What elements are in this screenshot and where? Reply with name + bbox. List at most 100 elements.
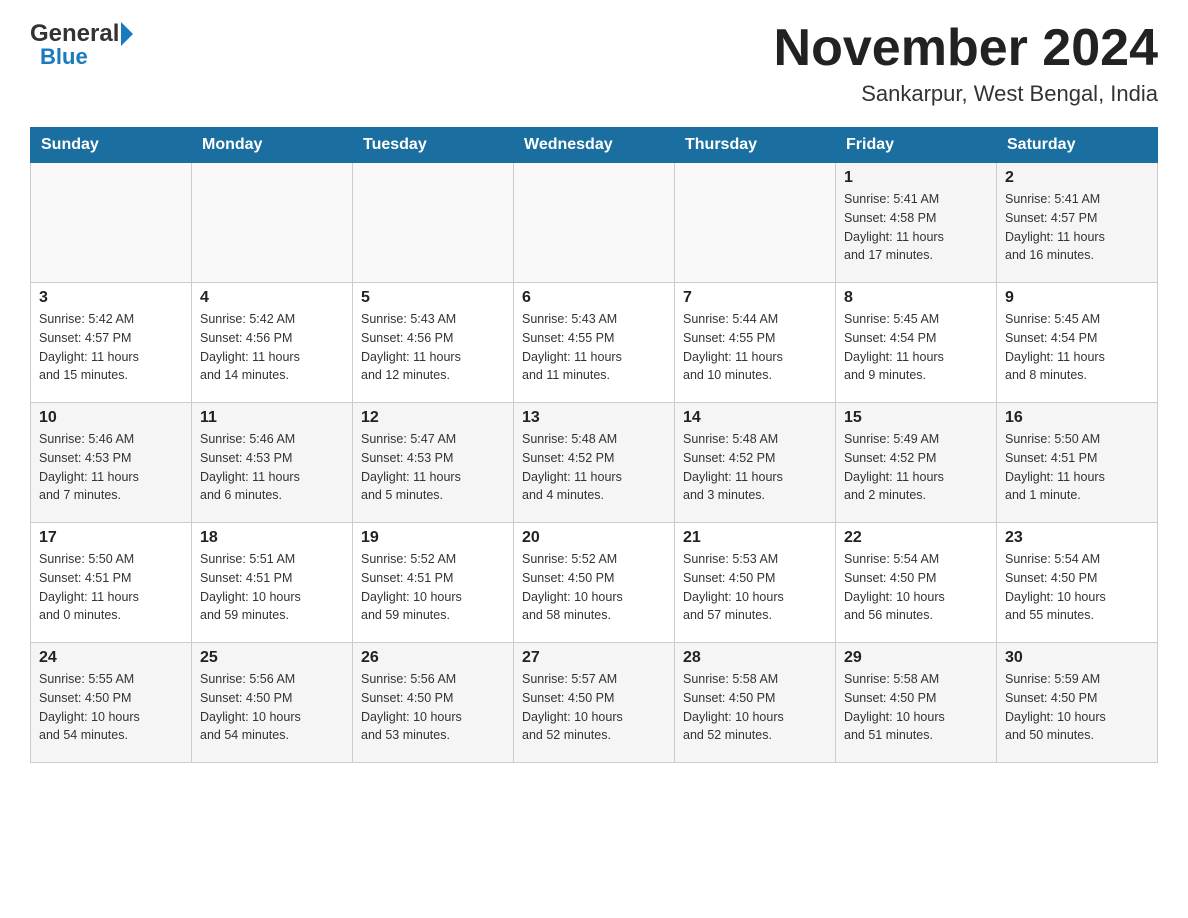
calendar-cell: 9 Sunrise: 5:45 AM Sunset: 4:54 PM Daylig…: [997, 283, 1158, 403]
calendar-cell: 17 Sunrise: 5:50 AM Sunset: 4:51 PM Dayli…: [31, 523, 192, 643]
calendar-week-row: 1Sunrise: 5:41 AM Sunset: 4:58 PM Daylig…: [31, 163, 1158, 283]
day-info: Sunrise: 5:52 AM Sunset: 4:50 PM Dayligh…: [522, 550, 666, 625]
logo-triangle-icon: [121, 22, 133, 46]
calendar-cell: 18 Sunrise: 5:51 AM Sunset: 4:51 PM Dayli…: [192, 523, 353, 643]
day-info: Sunrise: 5:42 AM Sunset: 4:56 PM Dayligh…: [200, 310, 344, 385]
calendar-week-row: 10 Sunrise: 5:46 AM Sunset: 4:53 PM Dayli…: [31, 403, 1158, 523]
calendar-cell: 25 Sunrise: 5:56 AM Sunset: 4:50 PM Dayli…: [192, 643, 353, 763]
day-number: 4: [200, 289, 344, 307]
day-info: Sunrise: 5:44 AM Sunset: 4:55 PM Dayligh…: [683, 310, 827, 385]
calendar-cell: 26 Sunrise: 5:56 AM Sunset: 4:50 PM Dayli…: [353, 643, 514, 763]
calendar-cell: 22 Sunrise: 5:54 AM Sunset: 4:50 PM Dayli…: [836, 523, 997, 643]
day-info: Sunrise: 5:50 AM Sunset: 4:51 PM Dayligh…: [1005, 430, 1149, 505]
calendar-cell: 7 Sunrise: 5:44 AM Sunset: 4:55 PM Daylig…: [675, 283, 836, 403]
calendar-week-row: 3 Sunrise: 5:42 AM Sunset: 4:57 PM Daylig…: [31, 283, 1158, 403]
calendar-cell: 29 Sunrise: 5:58 AM Sunset: 4:50 PM Dayli…: [836, 643, 997, 763]
day-of-week-header: Thursday: [675, 128, 836, 163]
day-info: Sunrise: 5:58 AM Sunset: 4:50 PM Dayligh…: [844, 670, 988, 745]
day-info: Sunrise: 5:43 AM Sunset: 4:55 PM Dayligh…: [522, 310, 666, 385]
day-number: 8: [844, 289, 988, 307]
calendar-cell: 1Sunrise: 5:41 AM Sunset: 4:58 PM Daylig…: [836, 163, 997, 283]
page-header: General Blue November 2024 Sankarpur, We…: [30, 20, 1158, 107]
day-info: Sunrise: 5:59 AM Sunset: 4:50 PM Dayligh…: [1005, 670, 1149, 745]
day-info: Sunrise: 5:47 AM Sunset: 4:53 PM Dayligh…: [361, 430, 505, 505]
day-number: 16: [1005, 409, 1149, 427]
day-info: Sunrise: 5:56 AM Sunset: 4:50 PM Dayligh…: [361, 670, 505, 745]
title-section: November 2024 Sankarpur, West Bengal, In…: [774, 20, 1158, 107]
day-info: Sunrise: 5:43 AM Sunset: 4:56 PM Dayligh…: [361, 310, 505, 385]
day-of-week-header: Saturday: [997, 128, 1158, 163]
day-number: 28: [683, 649, 827, 667]
day-of-week-header: Tuesday: [353, 128, 514, 163]
location-title: Sankarpur, West Bengal, India: [774, 81, 1158, 107]
day-number: 30: [1005, 649, 1149, 667]
calendar-cell: 2 Sunrise: 5:41 AM Sunset: 4:57 PM Daylig…: [997, 163, 1158, 283]
day-number: 12: [361, 409, 505, 427]
calendar-cell: [514, 163, 675, 283]
day-number: 2: [1005, 169, 1149, 187]
calendar-cell: 30 Sunrise: 5:59 AM Sunset: 4:50 PM Dayli…: [997, 643, 1158, 763]
day-number: 18: [200, 529, 344, 547]
day-number: 26: [361, 649, 505, 667]
day-number: 20: [522, 529, 666, 547]
day-info: Sunrise: 5:51 AM Sunset: 4:51 PM Dayligh…: [200, 550, 344, 625]
day-info: Sunrise: 5:45 AM Sunset: 4:54 PM Dayligh…: [844, 310, 988, 385]
day-info: Sunrise: 5:46 AM Sunset: 4:53 PM Dayligh…: [39, 430, 183, 505]
calendar-cell: 24 Sunrise: 5:55 AM Sunset: 4:50 PM Dayli…: [31, 643, 192, 763]
calendar-cell: 11 Sunrise: 5:46 AM Sunset: 4:53 PM Dayli…: [192, 403, 353, 523]
day-of-week-header: Friday: [836, 128, 997, 163]
day-number: 22: [844, 529, 988, 547]
calendar-week-row: 24 Sunrise: 5:55 AM Sunset: 4:50 PM Dayli…: [31, 643, 1158, 763]
calendar-cell: [192, 163, 353, 283]
calendar-cell: 10 Sunrise: 5:46 AM Sunset: 4:53 PM Dayli…: [31, 403, 192, 523]
day-info: Sunrise: 5:56 AM Sunset: 4:50 PM Dayligh…: [200, 670, 344, 745]
calendar-week-row: 17 Sunrise: 5:50 AM Sunset: 4:51 PM Dayli…: [31, 523, 1158, 643]
day-number: 1: [844, 169, 988, 187]
day-number: 23: [1005, 529, 1149, 547]
day-number: 3: [39, 289, 183, 307]
day-info: Sunrise: 5:58 AM Sunset: 4:50 PM Dayligh…: [683, 670, 827, 745]
calendar-header-row: SundayMondayTuesdayWednesdayThursdayFrid…: [31, 128, 1158, 163]
calendar-cell: 8 Sunrise: 5:45 AM Sunset: 4:54 PM Daylig…: [836, 283, 997, 403]
calendar-cell: 6 Sunrise: 5:43 AM Sunset: 4:55 PM Daylig…: [514, 283, 675, 403]
day-info: Sunrise: 5:55 AM Sunset: 4:50 PM Dayligh…: [39, 670, 183, 745]
day-info: Sunrise: 5:54 AM Sunset: 4:50 PM Dayligh…: [1005, 550, 1149, 625]
logo-blue: Blue: [40, 44, 88, 70]
day-number: 19: [361, 529, 505, 547]
day-of-week-header: Sunday: [31, 128, 192, 163]
calendar-cell: 19Sunrise: 5:52 AM Sunset: 4:51 PM Dayli…: [353, 523, 514, 643]
day-info: Sunrise: 5:53 AM Sunset: 4:50 PM Dayligh…: [683, 550, 827, 625]
calendar-cell: 4 Sunrise: 5:42 AM Sunset: 4:56 PM Daylig…: [192, 283, 353, 403]
calendar-cell: 28 Sunrise: 5:58 AM Sunset: 4:50 PM Dayli…: [675, 643, 836, 763]
day-number: 6: [522, 289, 666, 307]
day-number: 11: [200, 409, 344, 427]
month-title: November 2024: [774, 20, 1158, 77]
day-of-week-header: Wednesday: [514, 128, 675, 163]
day-number: 7: [683, 289, 827, 307]
calendar-table: SundayMondayTuesdayWednesdayThursdayFrid…: [30, 127, 1158, 763]
logo: General Blue: [30, 20, 135, 70]
day-number: 24: [39, 649, 183, 667]
calendar-cell: 14 Sunrise: 5:48 AM Sunset: 4:52 PM Dayli…: [675, 403, 836, 523]
day-number: 9: [1005, 289, 1149, 307]
day-info: Sunrise: 5:54 AM Sunset: 4:50 PM Dayligh…: [844, 550, 988, 625]
day-number: 17: [39, 529, 183, 547]
day-info: Sunrise: 5:50 AM Sunset: 4:51 PM Dayligh…: [39, 550, 183, 625]
day-number: 10: [39, 409, 183, 427]
calendar-cell: 13Sunrise: 5:48 AM Sunset: 4:52 PM Dayli…: [514, 403, 675, 523]
calendar-cell: 27Sunrise: 5:57 AM Sunset: 4:50 PM Dayli…: [514, 643, 675, 763]
day-info: Sunrise: 5:46 AM Sunset: 4:53 PM Dayligh…: [200, 430, 344, 505]
calendar-cell: 12 Sunrise: 5:47 AM Sunset: 4:53 PM Dayli…: [353, 403, 514, 523]
day-number: 25: [200, 649, 344, 667]
calendar-cell: [353, 163, 514, 283]
day-number: 14: [683, 409, 827, 427]
calendar-cell: 23 Sunrise: 5:54 AM Sunset: 4:50 PM Dayli…: [997, 523, 1158, 643]
calendar-cell: 16 Sunrise: 5:50 AM Sunset: 4:51 PM Dayli…: [997, 403, 1158, 523]
day-number: 21: [683, 529, 827, 547]
day-info: Sunrise: 5:48 AM Sunset: 4:52 PM Dayligh…: [683, 430, 827, 505]
day-info: Sunrise: 5:41 AM Sunset: 4:57 PM Dayligh…: [1005, 190, 1149, 265]
day-info: Sunrise: 5:42 AM Sunset: 4:57 PM Dayligh…: [39, 310, 183, 385]
day-number: 29: [844, 649, 988, 667]
day-info: Sunrise: 5:45 AM Sunset: 4:54 PM Dayligh…: [1005, 310, 1149, 385]
day-info: Sunrise: 5:57 AM Sunset: 4:50 PM Dayligh…: [522, 670, 666, 745]
